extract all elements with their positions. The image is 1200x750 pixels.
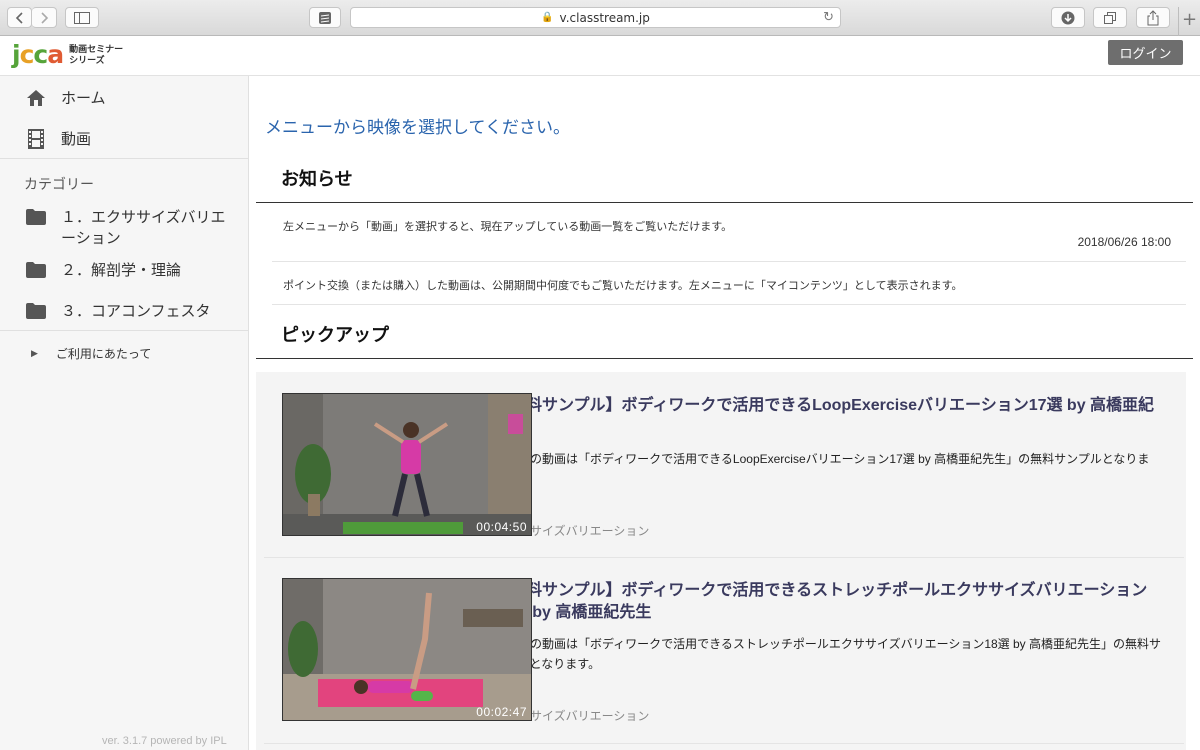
video-thumbnail[interactable]: 00:04:50 [282,393,532,536]
url-text: v.classtream.jp [559,10,650,25]
notice-date: 2018/06/26 18:00 [1077,235,1171,249]
sidebar-item-category-core[interactable]: ３．コアコンフェスタ [0,301,248,322]
sidebar-divider [0,330,248,331]
sidebar-divider [0,158,248,159]
sidebar-item-usage[interactable]: ▶ ご利用にあたって [31,345,151,362]
sidebar-item-label: ご利用にあたって [55,347,152,361]
sidebar: ホーム 動画 カテゴリー １．エクササイズバリエーション ２．解剖学・理論 ３．… [0,76,249,750]
sidebar-item-label: １．エクササイズバリエーション [61,209,226,247]
site-header: jcca 動画セミナー シリーズ ログイン [0,36,1200,76]
video-duration: 00:04:50 [476,520,527,534]
notice-item: ポイント交換（または購入）した動画は、公開期間中何度でもご覧いただけます。左メニ… [272,262,1186,305]
home-icon [25,88,47,108]
downloads-button[interactable] [1051,7,1085,28]
sidebar-item-home[interactable]: ホーム [0,88,248,109]
pickup-card[interactable]: 【無料サンプル】ボディワークで活用できるLoopExerciseバリエーション1… [264,372,1184,558]
section-divider [256,358,1193,359]
logo-subtitle-line2: シリーズ [69,55,105,65]
layers-icon [319,11,331,24]
caret-right-icon: ▶ [31,348,38,358]
chevron-right-icon [41,11,49,24]
login-button[interactable]: ログイン [1108,40,1183,65]
sidebar-item-category-anatomy[interactable]: ２．解剖学・理論 [0,260,248,281]
tabs-overview-button[interactable] [1093,7,1127,28]
sidebar-item-label: ホーム [61,90,106,107]
sidebar-item-label: ２．解剖学・理論 [61,262,182,279]
sidebar-item-label: 動画 [61,131,92,148]
thumbnail-image [283,579,531,720]
category-heading: カテゴリー [24,176,94,192]
chevron-left-icon [15,11,23,24]
logo-mark: jcca [12,40,64,69]
version-text: ver. 3.1.7 powered by IPL [102,735,227,747]
address-bar[interactable]: 🔒 v.classtream.jp ↻ [350,7,841,28]
video-thumbnail[interactable]: 00:02:47 [282,578,532,721]
logo-subtitle: 動画セミナー シリーズ [69,44,123,66]
sidebar-item-category-exercise[interactable]: １．エクササイズバリエーション [0,207,248,249]
video-duration: 00:02:47 [476,705,527,719]
forward-button[interactable] [32,7,57,28]
pickup-title-link[interactable]: 【無料サンプル】ボディワークで活用できるストレッチポールエクササイズバリエーショ… [494,580,1164,624]
reload-icon[interactable]: ↻ [823,10,834,25]
sidebar-item-label: ３．コアコンフェスタ [61,303,211,320]
pickup-title-link[interactable]: 【無料サンプル】ボディワークで活用できるLoopExerciseバリエーション1… [494,395,1164,439]
back-button[interactable] [7,7,32,28]
sidebar-item-video[interactable]: 動画 [0,129,248,150]
pickup-description: こちらの動画は「ボディワークで活用できるLoopExerciseバリエーション1… [494,452,1150,486]
folder-icon [25,260,47,280]
download-icon [1061,11,1075,24]
site-logo[interactable]: jcca 動画セミナー シリーズ [12,40,123,70]
share-icon [1147,9,1159,25]
pickup-title: ピックアップ [281,325,389,345]
notice-text: 左メニューから「動画」を選択すると、現在アップしている動画一覧をご覧いただけます… [283,221,733,233]
sidebar-icon [74,11,90,24]
thumbnail-image [283,394,531,535]
notice-item: 左メニューから「動画」を選択すると、現在アップしている動画一覧をご覧いただけます… [272,203,1186,262]
share-button[interactable] [1136,7,1170,28]
pickup-card[interactable]: 【無料サンプル】ボディワークで活用できるストレッチポールエクササイズバリエーショ… [264,558,1184,744]
notices-title: お知らせ [281,169,353,189]
pickup-list: 【無料サンプル】ボディワークで活用できるLoopExerciseバリエーション1… [256,372,1186,750]
pickup-description: こちらの動画は「ボディワークで活用できるストレッチポールエクササイズバリエーショ… [494,637,1162,671]
logo-subtitle-line1: 動画セミナー [69,44,124,54]
new-tab-button[interactable]: + [1178,7,1200,36]
folder-icon [25,301,47,321]
notice-text: ポイント交換（または購入）した動画は、公開期間中何度でもご覧いただけます。左メニ… [283,280,963,292]
folder-icon [25,207,47,227]
main-content: メニューから映像を選択してください。 お知らせ 左メニューから「動画」を選択する… [249,76,1200,750]
intro-message: メニューから映像を選択してください。 [265,118,570,137]
sidebar-toggle-button[interactable] [65,7,99,28]
film-icon [25,129,47,149]
lock-icon: 🔒 [541,12,554,23]
reader-button[interactable] [309,7,341,28]
tabs-icon [1104,11,1116,24]
browser-toolbar: 🔒 v.classtream.jp ↻ + [0,0,1200,36]
